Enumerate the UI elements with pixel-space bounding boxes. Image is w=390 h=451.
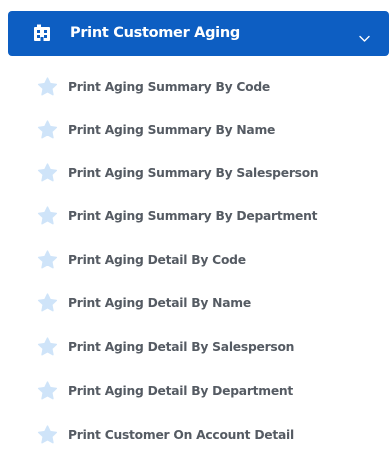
submenu-item-label: Print Aging Detail By Salesperson (68, 340, 295, 354)
building-icon (33, 24, 51, 42)
submenu-item-label: Print Customer On Account Detail (68, 428, 294, 442)
submenu-item-label: Print Aging Summary By Salesperson (68, 166, 319, 180)
submenu-item-aging-detail-by-code[interactable]: Print Aging Detail By Code (37, 248, 377, 272)
chevron-down-icon[interactable] (359, 28, 370, 42)
star-icon (37, 120, 58, 140)
star-icon (37, 425, 58, 445)
star-icon (37, 337, 58, 357)
star-icon (37, 293, 58, 313)
submenu-item-aging-summary-by-salesperson[interactable]: Print Aging Summary By Salesperson (37, 161, 377, 185)
star-icon (37, 250, 58, 270)
submenu-item-aging-summary-by-name[interactable]: Print Aging Summary By Name (37, 118, 377, 142)
submenu-item-aging-detail-by-salesperson[interactable]: Print Aging Detail By Salesperson (37, 335, 377, 359)
submenu-item-label: Print Aging Summary By Code (68, 80, 271, 94)
submenu-item-label: Print Aging Summary By Name (68, 123, 276, 137)
submenu-item-label: Print Aging Summary By Department (68, 209, 318, 223)
submenu-item-aging-detail-by-name[interactable]: Print Aging Detail By Name (37, 291, 377, 315)
submenu-item-label: Print Aging Detail By Department (68, 384, 294, 398)
star-icon (37, 77, 58, 97)
star-icon (37, 206, 58, 226)
submenu-item-aging-summary-by-department[interactable]: Print Aging Summary By Department (37, 204, 377, 228)
submenu-item-aging-summary-by-code[interactable]: Print Aging Summary By Code (37, 75, 377, 99)
star-icon (37, 381, 58, 401)
submenu-item-customer-on-account-detail[interactable]: Print Customer On Account Detail (37, 423, 377, 447)
menu-header-title: Print Customer Aging (70, 25, 240, 41)
star-icon (37, 163, 58, 183)
submenu-item-label: Print Aging Detail By Code (68, 253, 246, 267)
menu-header-print-customer-aging[interactable]: Print Customer Aging (8, 11, 389, 56)
submenu-item-aging-detail-by-department[interactable]: Print Aging Detail By Department (37, 379, 377, 403)
submenu-item-label: Print Aging Detail By Name (68, 296, 251, 310)
